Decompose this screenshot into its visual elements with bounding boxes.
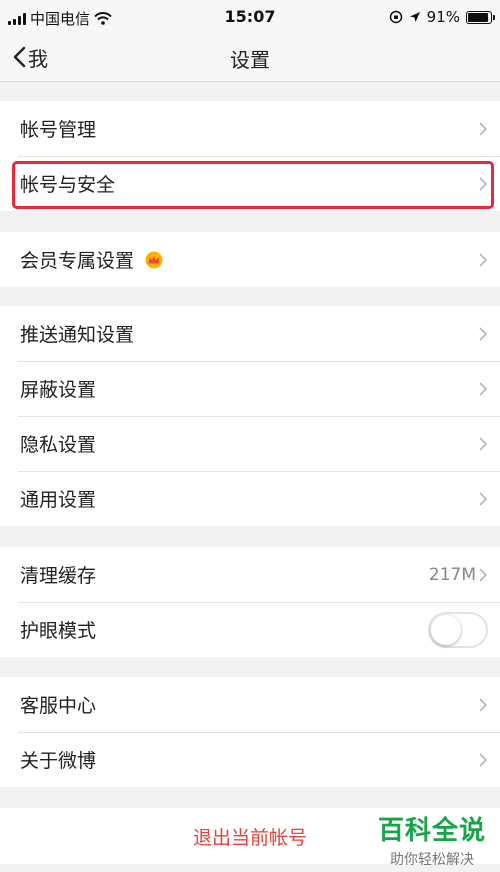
settings-item-eye-protection: 护眼模式 xyxy=(0,602,500,657)
watermark-subtitle: 助你轻松解决 xyxy=(389,852,474,868)
settings-item-label: 隐私设置 xyxy=(20,434,97,456)
settings-item-about-weibo[interactable]: 关于微博 xyxy=(0,732,500,787)
eye-protection-toggle[interactable] xyxy=(428,611,488,648)
settings-item-label: 会员专属设置 xyxy=(20,250,135,272)
settings-item-member-settings[interactable]: 会员专属设置 xyxy=(0,232,500,287)
cache-size-value: 217M xyxy=(428,564,476,585)
settings-item-label: 关于微博 xyxy=(20,750,97,772)
chevron-right-icon xyxy=(479,176,488,191)
settings-item-customer-service[interactable]: 客服中心 xyxy=(0,677,500,732)
chevron-right-icon xyxy=(479,381,488,396)
location-icon xyxy=(409,12,420,22)
orientation-lock-icon xyxy=(389,10,402,24)
status-right: 91% xyxy=(389,8,495,26)
chevron-right-icon xyxy=(479,567,488,582)
settings-item-label: 清理缓存 xyxy=(20,565,97,587)
toggle-knob xyxy=(431,614,461,645)
settings-item-block-settings[interactable]: 屏蔽设置 xyxy=(0,361,500,416)
chevron-right-icon xyxy=(479,121,488,136)
chevron-right-icon xyxy=(479,326,488,341)
settings-item-account-management[interactable]: 帐号管理 xyxy=(0,101,500,156)
chevron-right-icon xyxy=(479,697,488,712)
page-title: 设置 xyxy=(230,48,270,72)
battery-icon xyxy=(466,10,495,24)
settings-item-label: 推送通知设置 xyxy=(20,324,135,346)
chevron-right-icon xyxy=(479,752,488,767)
navigation-bar: 我 设置 xyxy=(0,34,500,82)
settings-group-account: 帐号管理 帐号与安全 xyxy=(0,101,500,211)
settings-item-label: 屏蔽设置 xyxy=(20,379,97,401)
settings-item-label: 护眼模式 xyxy=(20,620,97,642)
crown-icon xyxy=(145,251,163,268)
status-bar: 中国电信 15:07 91% xyxy=(0,0,500,34)
battery-level xyxy=(468,12,488,22)
settings-item-label: 帐号管理 xyxy=(20,119,97,141)
settings-group-storage: 清理缓存 217M 护眼模式 xyxy=(0,547,500,657)
settings-item-general[interactable]: 通用设置 xyxy=(0,471,500,526)
settings-group-general: 推送通知设置 屏蔽设置 隐私设置 通用设置 xyxy=(0,306,500,526)
watermark-title: 百科全说 xyxy=(377,816,486,846)
watermark-logo: 百科全说 助你轻松解决 xyxy=(378,810,486,869)
settings-item-label: 通用设置 xyxy=(20,489,97,511)
settings-item-clear-cache[interactable]: 清理缓存 217M xyxy=(0,547,500,602)
chevron-right-icon xyxy=(479,436,488,451)
chevron-right-icon xyxy=(479,491,488,506)
logout-label: 退出当前帐号 xyxy=(192,826,307,849)
settings-item-label: 帐号与安全 xyxy=(20,174,116,196)
settings-item-privacy[interactable]: 隐私设置 xyxy=(0,416,500,471)
settings-group-about: 客服中心 关于微博 xyxy=(0,677,500,787)
settings-item-account-security[interactable]: 帐号与安全 xyxy=(0,156,500,211)
chevron-right-icon xyxy=(479,252,488,267)
battery-percent: 91% xyxy=(426,8,460,26)
settings-group-membership: 会员专属设置 xyxy=(0,232,500,287)
settings-item-label: 客服中心 xyxy=(20,695,97,717)
settings-item-push-notifications[interactable]: 推送通知设置 xyxy=(0,306,500,361)
